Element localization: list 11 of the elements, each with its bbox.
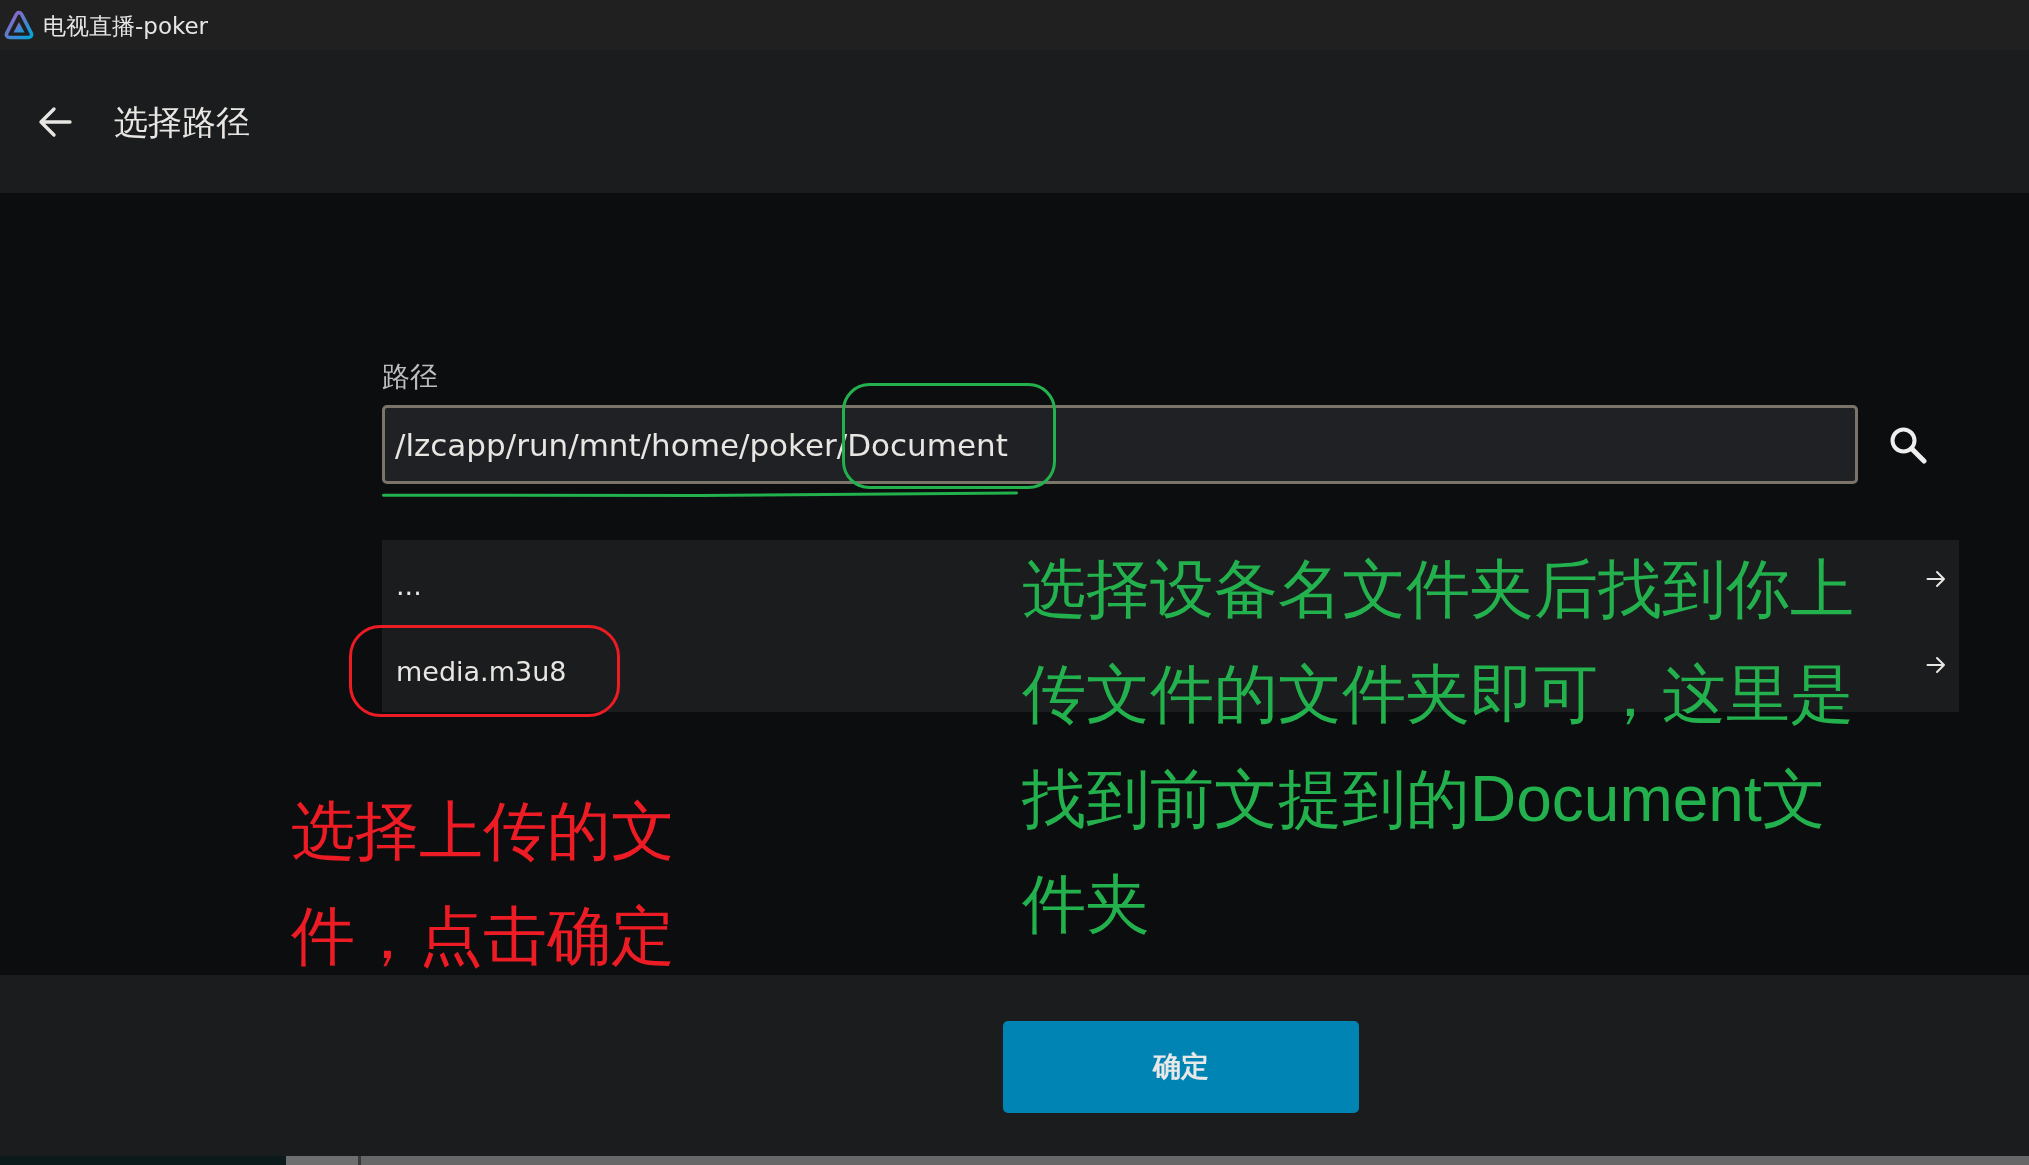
page-title: 选择路径 [114, 100, 250, 144]
right-arrow-icon[interactable] [1926, 656, 1946, 674]
window-title: 电视直播-poker [43, 12, 209, 41]
file-list-item[interactable]: ... [396, 568, 422, 604]
annotation-text: 选择上传的文件，点击确定 [291, 794, 676, 974]
triangle-logo-icon [4, 10, 34, 40]
right-arrow-icon[interactable] [1926, 570, 1946, 588]
back-arrow-icon[interactable] [38, 104, 72, 139]
search-icon[interactable] [1889, 425, 1927, 464]
field-label: 路径 [382, 359, 438, 395]
annotation-text: 选择设备名文件夹后找到你上传文件的文件夹即可，这里是找到前文提到的Document文件夹 [1022, 552, 1855, 942]
